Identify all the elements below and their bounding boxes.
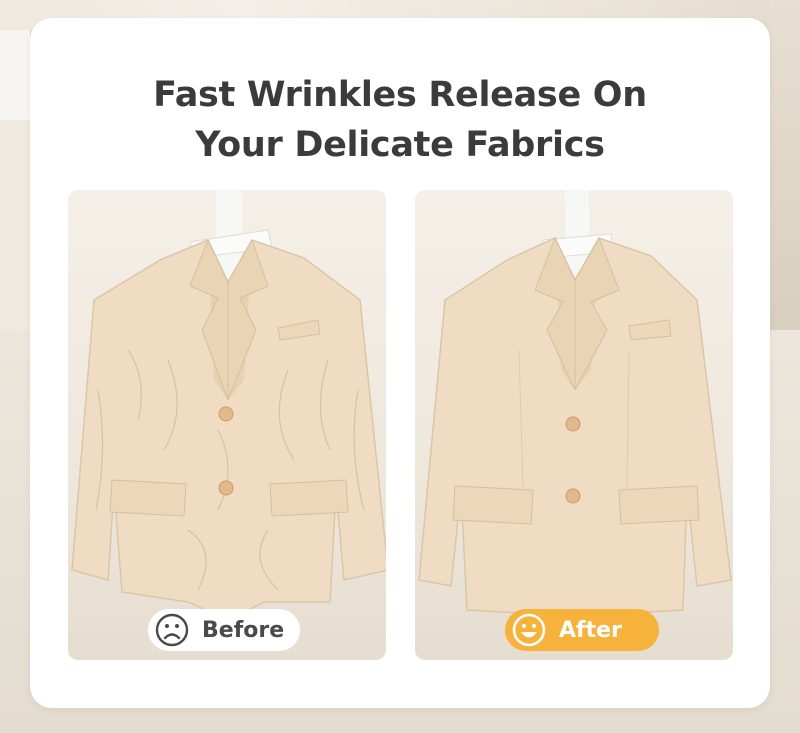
blazer-button-bottom: [218, 480, 234, 496]
blazer-button-bottom: [565, 488, 581, 504]
headline-line-1: Fast Wrinkles Release On: [153, 75, 647, 115]
right-pocket-flap: [269, 479, 349, 517]
blazer-button-top: [565, 416, 581, 432]
wrinkled-blazer-illustration: [71, 190, 386, 621]
wall-switch-plate: [0, 30, 31, 120]
curtain: [770, 0, 800, 330]
left-pocket-flap: [452, 485, 534, 525]
before-badge: Before: [148, 609, 300, 651]
right-pocket-flap: [618, 485, 700, 525]
headline: Fast Wrinkles Release On Your Delicate F…: [30, 70, 770, 170]
headline-line-2: Your Delicate Fabrics: [195, 125, 605, 165]
sad-face-icon: [155, 613, 189, 647]
after-label: After: [559, 617, 622, 643]
before-photo: [68, 190, 386, 660]
left-pocket-flap: [109, 479, 187, 517]
happy-face-icon: [512, 613, 546, 647]
smooth-blazer-illustration: [418, 190, 732, 623]
after-photo: [415, 190, 733, 660]
blazer-button-top: [218, 406, 234, 422]
after-badge: After: [505, 609, 659, 651]
before-label: Before: [202, 617, 285, 643]
